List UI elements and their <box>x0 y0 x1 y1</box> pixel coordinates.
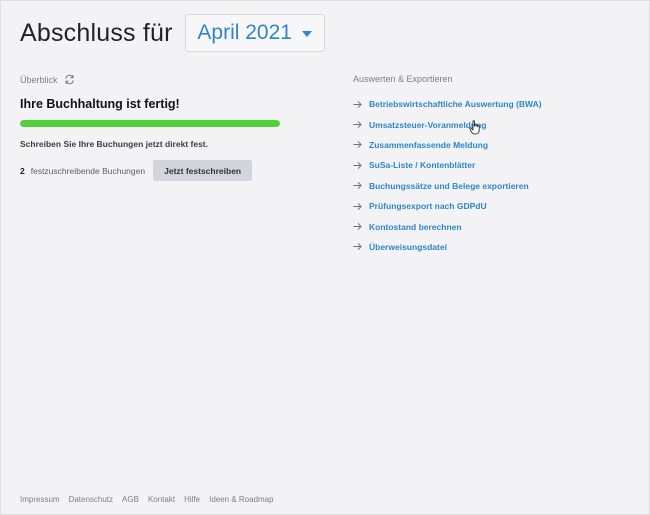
footer-link-roadmap[interactable]: Ideen & Roadmap <box>209 495 274 504</box>
export-link-label[interactable]: Prüfungsexport nach GDPdU <box>369 201 487 211</box>
arrow-right-icon <box>353 100 362 108</box>
progress-bar <box>20 120 280 127</box>
pending-label: festzuschreibende Buchungen <box>30 165 146 176</box>
export-label: Auswerten & Exportieren <box>353 74 453 84</box>
page-title: Abschluss für <box>20 18 173 47</box>
export-link-label[interactable]: Kontostand berechnen <box>369 222 462 232</box>
export-link[interactable]: Betriebswirtschaftliche Auswertung (BWA) <box>353 94 633 114</box>
arrow-right-icon <box>353 223 362 230</box>
hand-pointer-icon <box>469 120 480 135</box>
export-link-label[interactable]: Buchungssätze und Belege exportieren <box>369 181 529 191</box>
export-link[interactable]: Überweisungsdatei <box>353 237 633 257</box>
overview-label: Überblick <box>20 74 58 85</box>
arrow-right-icon <box>353 243 362 251</box>
header: Abschluss für April 2021 <box>20 14 325 52</box>
export-link-label[interactable]: Betriebswirtschaftliche Auswertung (BWA) <box>369 99 542 109</box>
arrow-right-icon <box>353 202 362 210</box>
arrow-right-icon <box>353 141 362 149</box>
overview-section: Überblick Ihre Buchhaltung ist fertig! S… <box>20 74 320 181</box>
arrow-right-icon <box>353 182 362 190</box>
commit-hint: Schreiben Sie Ihre Buchungen jetzt direk… <box>20 139 208 149</box>
export-link-label[interactable]: Zusammenfassende Meldung <box>369 140 488 150</box>
month-select-value: April 2021 <box>197 21 292 44</box>
export-link[interactable]: Prüfungsexport nach GDPdU <box>353 196 633 216</box>
arrow-right-icon <box>353 121 362 129</box>
commit-button[interactable]: Jetzt festschreiben <box>153 160 253 181</box>
status-text: Ihre Buchhaltung ist fertig! <box>20 97 180 111</box>
export-link[interactable]: Kontostand berechnen <box>353 216 633 236</box>
pending-count: 2 <box>20 165 25 176</box>
pending-row: 2 festzuschreibende Buchungen Jetzt fest… <box>20 160 320 181</box>
footer-link-hilfe[interactable]: Hilfe <box>184 495 200 504</box>
export-link[interactable]: SuSa-Liste / Kontenblätter <box>353 155 633 175</box>
footer-link-kontakt[interactable]: Kontakt <box>148 495 175 504</box>
footer-link-agb[interactable]: AGB <box>122 495 139 504</box>
chevron-down-icon <box>301 31 312 37</box>
footer-link-datenschutz[interactable]: Datenschutz <box>69 495 113 504</box>
footer-link-impressum[interactable]: Impressum <box>20 495 60 504</box>
footer: Impressum Datenschutz AGB Kontakt Hilfe … <box>20 495 283 504</box>
refresh-icon[interactable] <box>64 74 75 85</box>
export-link-label[interactable]: SuSa-Liste / Kontenblätter <box>369 160 475 170</box>
progress-fill <box>20 120 280 127</box>
export-link[interactable]: Zusammenfassende Meldung <box>353 135 633 155</box>
export-link-label[interactable]: Überweisungsdatei <box>369 242 447 252</box>
overview-heading: Überblick <box>20 74 320 85</box>
export-link[interactable]: Buchungssätze und Belege exportieren <box>353 176 633 196</box>
export-links: Betriebswirtschaftliche Auswertung (BWA)… <box>353 94 633 257</box>
export-section: Auswerten & Exportieren Betriebswirtscha… <box>353 74 633 273</box>
arrow-right-icon <box>353 161 362 169</box>
month-select[interactable]: April 2021 <box>184 14 325 52</box>
export-link[interactable]: Umsatzsteuer-Voranmeldung <box>353 114 633 134</box>
